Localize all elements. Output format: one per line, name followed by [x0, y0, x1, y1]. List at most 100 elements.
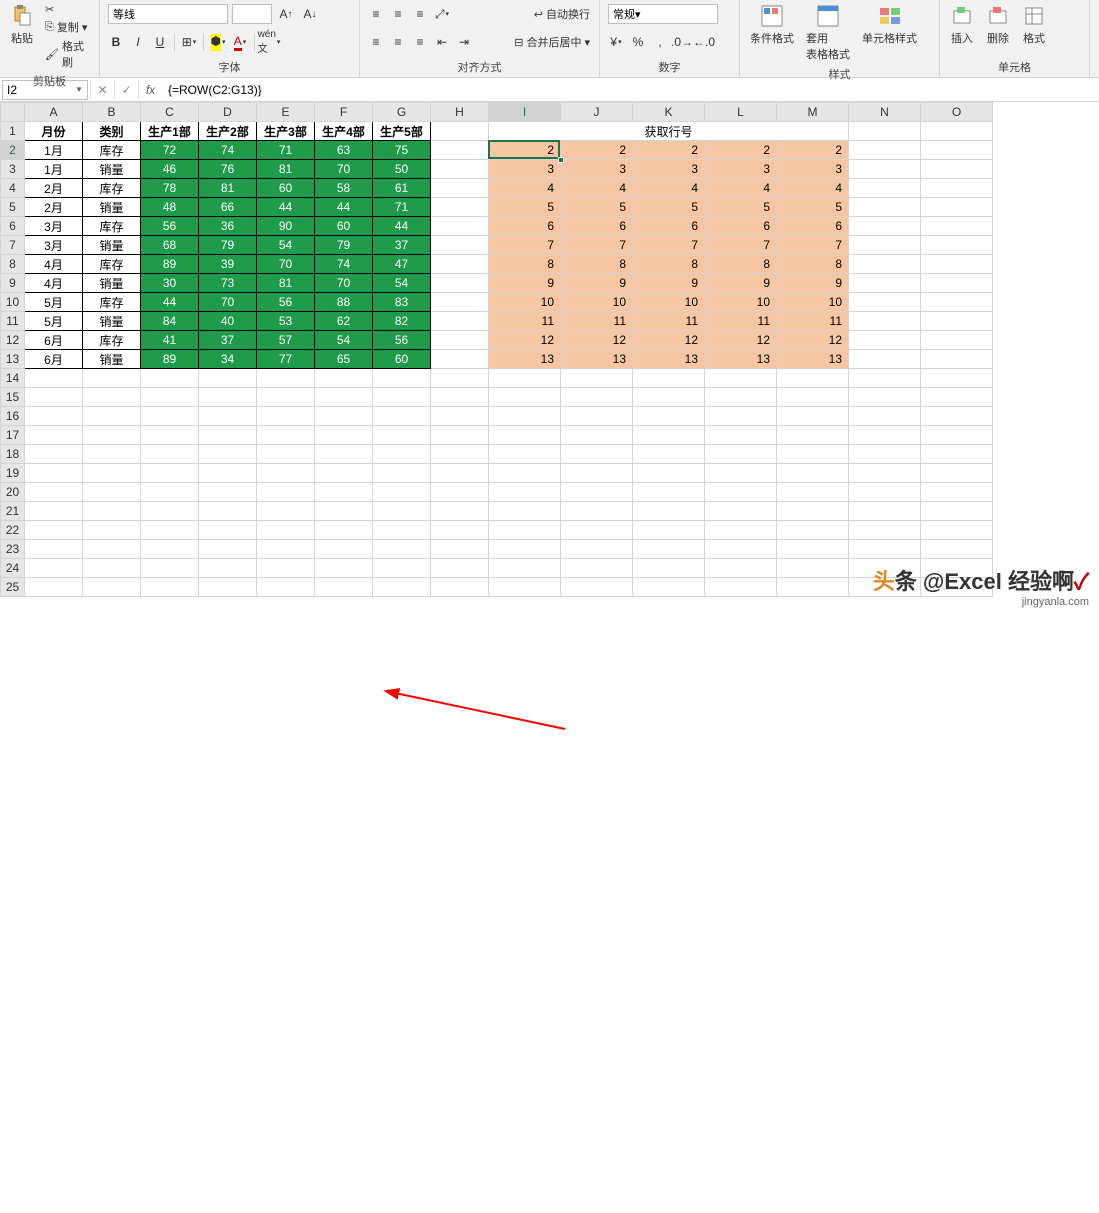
cell-D9[interactable]: 73	[199, 274, 257, 293]
cell-E3[interactable]: 81	[257, 160, 315, 179]
cell-C18[interactable]	[141, 445, 199, 464]
cell-B2[interactable]: 库存	[83, 141, 141, 160]
cell-B12[interactable]: 库存	[83, 331, 141, 350]
col-header-D[interactable]: D	[199, 103, 257, 122]
cell-D21[interactable]	[199, 502, 257, 521]
cell-L5[interactable]: 5	[705, 198, 777, 217]
cell-I6[interactable]: 6	[489, 217, 561, 236]
cell-L14[interactable]	[705, 369, 777, 388]
cell-I18[interactable]	[489, 445, 561, 464]
cell-E14[interactable]	[257, 369, 315, 388]
cell-L20[interactable]	[705, 483, 777, 502]
cell-G14[interactable]	[373, 369, 431, 388]
cell-H14[interactable]	[431, 369, 489, 388]
cell-N19[interactable]	[849, 464, 921, 483]
cell-E19[interactable]	[257, 464, 315, 483]
cell-I20[interactable]	[489, 483, 561, 502]
cell-O1[interactable]	[921, 122, 993, 141]
cell-H9[interactable]	[431, 274, 489, 293]
cell-B4[interactable]: 库存	[83, 179, 141, 198]
col-header-G[interactable]: G	[373, 103, 431, 122]
cell-I17[interactable]	[489, 426, 561, 445]
cell-C23[interactable]	[141, 540, 199, 559]
cell-F16[interactable]	[315, 407, 373, 426]
cell-N23[interactable]	[849, 540, 921, 559]
cell-O20[interactable]	[921, 483, 993, 502]
cell-G24[interactable]	[373, 559, 431, 578]
cell-H20[interactable]	[431, 483, 489, 502]
cell-G9[interactable]: 54	[373, 274, 431, 293]
cell-J21[interactable]	[561, 502, 633, 521]
cell-L2[interactable]: 2	[705, 141, 777, 160]
cell-I21[interactable]	[489, 502, 561, 521]
cell-C2[interactable]: 72	[141, 141, 199, 160]
cell-N6[interactable]	[849, 217, 921, 236]
cell-L16[interactable]	[705, 407, 777, 426]
row-header-21[interactable]: 21	[1, 502, 25, 521]
cell-I1[interactable]: 获取行号	[489, 122, 849, 141]
cell-G25[interactable]	[373, 578, 431, 597]
cell-C17[interactable]	[141, 426, 199, 445]
cell-H22[interactable]	[431, 521, 489, 540]
cell-F10[interactable]: 88	[315, 293, 373, 312]
cell-I12[interactable]: 12	[489, 331, 561, 350]
cell-D15[interactable]	[199, 388, 257, 407]
cell-J13[interactable]: 13	[561, 350, 633, 369]
cell-D23[interactable]	[199, 540, 257, 559]
cell-J2[interactable]: 2	[561, 141, 633, 160]
cell-F21[interactable]	[315, 502, 373, 521]
cell-L3[interactable]: 3	[705, 160, 777, 179]
cell-O11[interactable]	[921, 312, 993, 331]
cell-C4[interactable]: 78	[141, 179, 199, 198]
cell-B1[interactable]: 类别	[83, 122, 141, 141]
cell-D24[interactable]	[199, 559, 257, 578]
cell-K18[interactable]	[633, 445, 705, 464]
cell-E2[interactable]: 71	[257, 141, 315, 160]
align-top-button[interactable]: ≡	[366, 4, 386, 24]
cell-F14[interactable]	[315, 369, 373, 388]
cell-C7[interactable]: 68	[141, 236, 199, 255]
cell-F12[interactable]: 54	[315, 331, 373, 350]
cell-J3[interactable]: 3	[561, 160, 633, 179]
cell-A15[interactable]	[25, 388, 83, 407]
cell-H4[interactable]	[431, 179, 489, 198]
cut-button[interactable]: ✂	[42, 2, 93, 17]
cell-M22[interactable]	[777, 521, 849, 540]
cell-F18[interactable]	[315, 445, 373, 464]
phonetic-button[interactable]: wén文	[259, 32, 279, 52]
cell-A19[interactable]	[25, 464, 83, 483]
cell-A2[interactable]: 1月	[25, 141, 83, 160]
cell-B15[interactable]	[83, 388, 141, 407]
cell-J5[interactable]: 5	[561, 198, 633, 217]
cell-K2[interactable]: 2	[633, 141, 705, 160]
cell-L23[interactable]	[705, 540, 777, 559]
cell-D11[interactable]: 40	[199, 312, 257, 331]
cell-F15[interactable]	[315, 388, 373, 407]
cell-L9[interactable]: 9	[705, 274, 777, 293]
cell-H8[interactable]	[431, 255, 489, 274]
row-header-23[interactable]: 23	[1, 540, 25, 559]
cell-F25[interactable]	[315, 578, 373, 597]
cell-B23[interactable]	[83, 540, 141, 559]
cell-A16[interactable]	[25, 407, 83, 426]
cell-O4[interactable]	[921, 179, 993, 198]
cell-N8[interactable]	[849, 255, 921, 274]
cell-J11[interactable]: 11	[561, 312, 633, 331]
cell-O3[interactable]	[921, 160, 993, 179]
cell-O23[interactable]	[921, 540, 993, 559]
cell-J14[interactable]	[561, 369, 633, 388]
cell-H2[interactable]	[431, 141, 489, 160]
cell-H6[interactable]	[431, 217, 489, 236]
cell-A7[interactable]: 3月	[25, 236, 83, 255]
cell-N3[interactable]	[849, 160, 921, 179]
cell-E20[interactable]	[257, 483, 315, 502]
cell-E17[interactable]	[257, 426, 315, 445]
cell-K9[interactable]: 9	[633, 274, 705, 293]
cell-L8[interactable]: 8	[705, 255, 777, 274]
cell-A24[interactable]	[25, 559, 83, 578]
cell-H15[interactable]	[431, 388, 489, 407]
cell-F20[interactable]	[315, 483, 373, 502]
cell-G6[interactable]: 44	[373, 217, 431, 236]
row-header-9[interactable]: 9	[1, 274, 25, 293]
cell-D5[interactable]: 66	[199, 198, 257, 217]
